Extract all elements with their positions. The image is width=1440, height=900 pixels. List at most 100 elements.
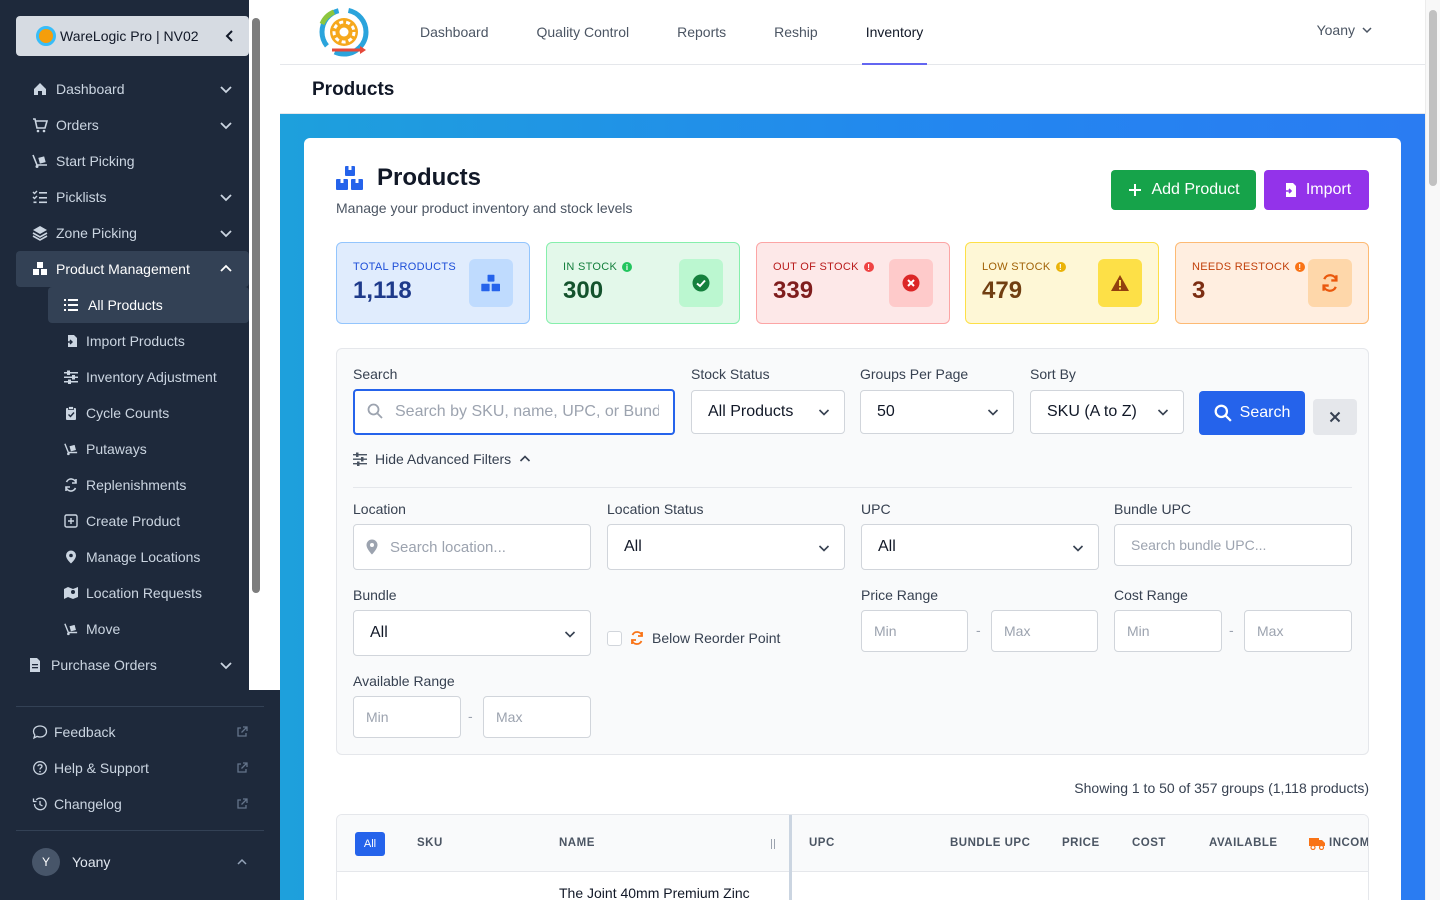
table-row-name[interactable]: The Joint 40mm Premium Zinc xyxy=(559,885,750,900)
sort-by-select[interactable]: SKU (A to Z) xyxy=(1030,390,1184,434)
divider xyxy=(353,487,1352,488)
stat-badge xyxy=(1308,259,1352,307)
sidebar-subitem-location-requests[interactable]: Location Requests xyxy=(16,575,249,611)
chevron-down-icon xyxy=(1072,545,1084,552)
groups-per-page-value: 50 xyxy=(877,403,895,420)
collapse-sidebar-icon[interactable] xyxy=(223,29,237,43)
available-max-input[interactable]: Max xyxy=(483,696,591,738)
search-input[interactable]: Search by SKU, name, UPC, or Bundle UPC xyxy=(353,389,675,435)
chevron-up-icon xyxy=(220,264,232,272)
column-header-cost[interactable]: COST xyxy=(1132,837,1166,849)
changelog-link[interactable]: Changelog xyxy=(16,786,264,822)
search-icon xyxy=(1214,404,1232,422)
chevron-down-icon xyxy=(1157,409,1169,416)
column-resize-handle[interactable] xyxy=(771,839,775,849)
sidebar-subitem-inventory-adjustment[interactable]: Inventory Adjustment xyxy=(16,359,249,395)
tab-reports[interactable]: Reports xyxy=(653,0,750,65)
tab-quality-control[interactable]: Quality Control xyxy=(513,0,654,65)
sidebar-scrollbar-thumb[interactable] xyxy=(252,18,260,593)
info-icon[interactable]: ! xyxy=(1055,262,1066,272)
sidebar-subitem-import-products[interactable]: Import Products xyxy=(16,323,249,359)
x-circle-icon xyxy=(902,274,920,292)
column-header-price[interactable]: PRICE xyxy=(1062,837,1100,849)
sidebar-item-zone-picking[interactable]: Zone Picking xyxy=(16,215,249,251)
price-range-label: Price Range xyxy=(861,587,939,603)
workspace-switcher[interactable]: WareLogic Pro | NV02 xyxy=(16,16,249,56)
feedback-link[interactable]: Feedback xyxy=(16,714,264,750)
price-max-input[interactable]: Max xyxy=(991,610,1098,652)
search-button[interactable]: Search xyxy=(1199,391,1305,435)
stat-out-of-stock: OUT OF STOCK! 339 xyxy=(756,242,950,324)
groups-per-page-select[interactable]: 50 xyxy=(860,390,1014,434)
column-header-incoming[interactable]: INCOMING xyxy=(1329,837,1368,849)
chevron-down-icon xyxy=(220,230,232,238)
info-icon[interactable]: ! xyxy=(1294,262,1305,272)
available-min-input[interactable]: Min xyxy=(353,696,461,738)
location-status-select[interactable]: All xyxy=(607,524,845,570)
checkbox[interactable] xyxy=(607,630,622,646)
chevron-down-icon xyxy=(818,409,830,416)
map-pin-icon xyxy=(64,550,78,564)
user-menu[interactable]: Yoany xyxy=(1317,22,1373,38)
help-support-link[interactable]: Help & Support xyxy=(16,750,264,786)
column-header-available[interactable]: AVAILABLE xyxy=(1209,837,1278,849)
column-header-name[interactable]: NAME xyxy=(559,837,595,849)
column-header-upc[interactable]: UPC xyxy=(809,837,835,849)
max-placeholder: Max xyxy=(496,709,523,725)
sidebar-item-dashboard[interactable]: Dashboard xyxy=(16,71,249,107)
sidebar-subitem-move[interactable]: Move xyxy=(16,611,249,647)
advanced-filters-toggle[interactable]: Hide Advanced Filters xyxy=(353,451,531,467)
tab-dashboard[interactable]: Dashboard xyxy=(396,0,513,65)
stock-status-select[interactable]: All Products xyxy=(691,390,845,434)
sidebar-subitem-replenishments[interactable]: Replenishments xyxy=(16,467,249,503)
clear-filters-button[interactable] xyxy=(1313,399,1357,435)
upc-select[interactable]: All xyxy=(861,524,1099,570)
sidebar-subitem-all-products[interactable]: All Products xyxy=(48,287,249,323)
bundle-select[interactable]: All xyxy=(353,610,591,656)
column-header-sku[interactable]: SKU xyxy=(417,837,443,849)
sidebar-subitem-create-product[interactable]: Create Product xyxy=(16,503,249,539)
tab-reship[interactable]: Reship xyxy=(750,0,842,65)
sidebar-item-start-picking[interactable]: Start Picking xyxy=(16,143,249,179)
frozen-column-divider xyxy=(789,815,792,900)
sidebar-item-product-management[interactable]: Product Management xyxy=(16,251,249,287)
workspace-label: WareLogic Pro | NV02 xyxy=(60,28,199,44)
column-header-bundle-upc[interactable]: BUNDLE UPC xyxy=(950,837,1030,849)
sidebar-links: Feedback Help & Support Changelog xyxy=(16,714,264,822)
main-scrollbar[interactable] xyxy=(1425,0,1440,900)
add-product-button[interactable]: Add Product xyxy=(1111,170,1256,210)
sidebar-subitem-label: Create Product xyxy=(86,513,181,529)
stat-badge xyxy=(889,259,933,307)
cost-min-input[interactable]: Min xyxy=(1114,610,1222,652)
sort-by-label: Sort By xyxy=(1030,366,1076,382)
sidebar-item-purchase-orders[interactable]: Purchase Orders xyxy=(16,647,249,683)
sidebar-subitem-cycle-counts[interactable]: Cycle Counts xyxy=(16,395,249,431)
select-all-toggle[interactable]: All xyxy=(355,832,385,856)
sidebar-scrollbar[interactable] xyxy=(249,0,264,690)
sliders-icon xyxy=(64,370,78,384)
top-nav-tabs: Dashboard Quality Control Reports Reship… xyxy=(396,0,947,65)
info-icon[interactable]: i xyxy=(622,262,633,272)
main-scrollbar-thumb[interactable] xyxy=(1429,10,1437,186)
sidebar-item-picklists[interactable]: Picklists xyxy=(16,179,249,215)
location-input[interactable]: Search location... xyxy=(353,524,591,570)
external-link-icon xyxy=(237,762,248,773)
advanced-filters-label: Hide Advanced Filters xyxy=(375,451,512,467)
sidebar-nav: Dashboard Orders Start Picking Picklists… xyxy=(16,71,249,683)
sidebar-subitem-putaways[interactable]: Putaways xyxy=(16,431,249,467)
location-label: Location xyxy=(353,501,406,517)
cost-max-input[interactable]: Max xyxy=(1244,610,1352,652)
bundle-upc-input[interactable]: Search bundle UPC... xyxy=(1114,524,1352,566)
avatar: Y xyxy=(32,848,60,876)
price-min-input[interactable]: Min xyxy=(861,610,968,652)
import-button[interactable]: Import xyxy=(1264,170,1369,210)
below-reorder-checkbox[interactable]: Below Reorder Point xyxy=(607,630,780,646)
tab-inventory[interactable]: Inventory xyxy=(842,0,948,65)
info-icon[interactable]: ! xyxy=(863,262,874,272)
sidebar-subitem-manage-locations[interactable]: Manage Locations xyxy=(16,539,249,575)
sort-by-value: SKU (A to Z) xyxy=(1047,403,1137,420)
help-support-label: Help & Support xyxy=(54,760,149,776)
app-logo-icon[interactable] xyxy=(318,6,374,58)
sidebar-user-menu[interactable]: Y Yoany xyxy=(16,842,264,882)
sidebar-item-orders[interactable]: Orders xyxy=(16,107,249,143)
